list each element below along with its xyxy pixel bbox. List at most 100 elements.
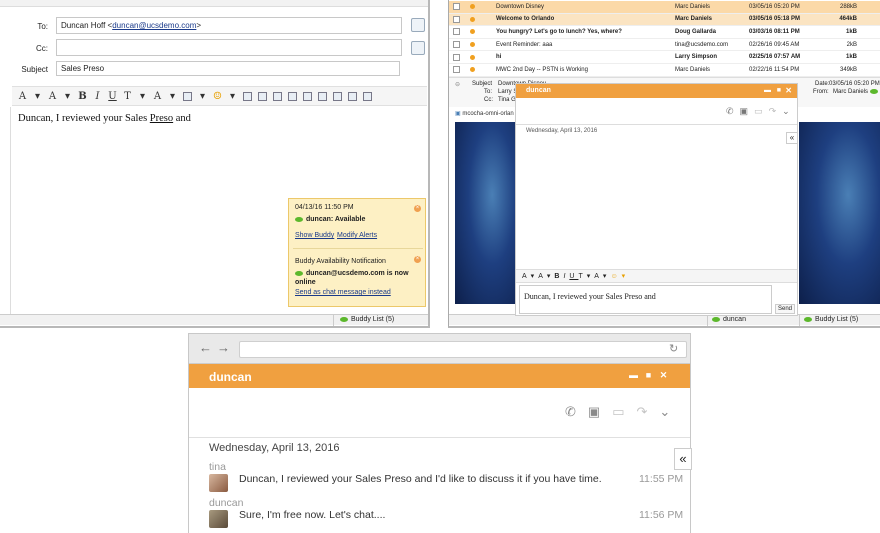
row-subject: Welcome to Orlando (496, 16, 555, 23)
phone-icon[interactable]: ✆ (565, 404, 576, 420)
font-family-button[interactable]: A▾ (522, 273, 538, 280)
underline-button[interactable]: U (108, 91, 117, 102)
screen-share-icon[interactable]: ▭ (612, 404, 624, 420)
table-row[interactable]: hi Larry Simpson 02/25/16 07:57 AM 1kB (449, 51, 880, 64)
row-size: 349kB (839, 66, 857, 73)
chat-header (189, 364, 690, 388)
chevron-down-icon[interactable]: ⌄ (782, 106, 796, 116)
insert-image-icon[interactable] (318, 91, 327, 101)
row-from: Marc Daniels (675, 66, 711, 73)
modify-alerts-link[interactable]: Modify Alerts (337, 232, 377, 239)
row-checkbox[interactable] (453, 28, 460, 36)
sender-name: tina (209, 461, 226, 473)
close-icon[interactable]: × (414, 256, 421, 263)
chat-title: duncan (209, 370, 252, 384)
small-chat-date: Wednesday, April 13, 2016 (526, 128, 598, 134)
notification-buddy: duncan: Available (295, 216, 365, 223)
duncan-chat-tab[interactable]: duncan (707, 315, 797, 326)
hr-icon[interactable] (243, 91, 252, 101)
message-time: 11:56 PM (639, 509, 684, 521)
bold-button[interactable]: B (78, 91, 87, 102)
preview-date-label: Date: (815, 81, 830, 87)
reload-icon[interactable]: ↻ (669, 342, 678, 355)
text-color-button[interactable]: T▾ (578, 273, 594, 280)
bullet-list-icon[interactable] (348, 91, 357, 101)
highlight-button[interactable]: A▾ (594, 273, 610, 280)
address-bar[interactable] (239, 341, 687, 358)
preso-word: Preso (149, 113, 174, 124)
send-button[interactable]: Send (775, 304, 795, 314)
row-date: 02/26/16 09:45 AM (749, 41, 800, 48)
row-from: Doug Gallarda (675, 28, 717, 35)
send-as-chat-link[interactable]: Send as chat message instead (295, 289, 391, 296)
number-list-icon[interactable] (363, 91, 372, 101)
screen-share-icon[interactable]: ▭ (754, 106, 769, 116)
table-row[interactable]: You hungry? Let's go to lunch? Yes, wher… (449, 26, 880, 39)
justify-icon[interactable] (303, 91, 312, 101)
avatar (209, 474, 228, 492)
emoticon-button[interactable]: ☺▾ (610, 273, 629, 280)
chevron-down-icon[interactable]: ⌄ (659, 404, 670, 420)
unread-icon (470, 67, 475, 73)
row-checkbox[interactable] (453, 3, 460, 11)
compose-body-text[interactable]: Duncan, I reviewed your Sales Preso and (18, 113, 191, 124)
row-checkbox[interactable] (453, 15, 460, 23)
table-row[interactable]: MWC 2nd Day -- PSTN is Working Marc Danie… (449, 64, 880, 77)
minimize-icon[interactable]: ▬ (764, 84, 771, 98)
subject-field[interactable]: Sales Preso (56, 61, 400, 76)
video-icon[interactable]: ▣ (588, 404, 600, 420)
back-icon[interactable]: ← (199, 340, 212, 355)
forward-icon[interactable]: → (217, 340, 230, 355)
align-center-icon[interactable] (273, 91, 282, 101)
table-row[interactable]: Downtown Disney Marc Daniels 03/05/16 05:2… (449, 1, 880, 14)
phone-icon[interactable]: ✆ (726, 106, 740, 116)
row-checkbox[interactable] (453, 66, 460, 74)
highlight-button[interactable]: A (153, 91, 162, 102)
small-chat-header: duncan ▬ ■ ✕ (516, 84, 797, 98)
to-field[interactable]: Duncan Hoff <duncan@ucsdemo.com> (56, 17, 402, 34)
address-book-icon[interactable] (411, 18, 425, 32)
unread-icon (470, 42, 475, 48)
collapse-icon[interactable]: « (786, 132, 798, 144)
transfer-icon[interactable]: ↷ (637, 404, 648, 420)
italic-button[interactable]: I (93, 91, 102, 102)
small-chat-input[interactable]: Duncan, I reviewed your Sales Preso and (519, 285, 772, 314)
font-size-button[interactable]: A▾ (538, 273, 554, 280)
table-row[interactable]: Event Reminder: aaa tina@ucsdemo.com 02/26… (449, 39, 880, 52)
font-family-button[interactable]: A (18, 91, 27, 102)
collapse-icon[interactable]: « (674, 448, 692, 470)
row-date: 02/22/16 11:54 PM (749, 66, 800, 73)
row-checkbox[interactable] (453, 41, 460, 49)
cc-address-book-icon[interactable] (411, 41, 425, 55)
row-date: 03/05/16 05:18 PM (749, 16, 801, 23)
row-checkbox[interactable] (453, 53, 460, 61)
text-color-button[interactable]: T (123, 91, 132, 102)
close-icon[interactable]: ✕ (785, 84, 792, 98)
cc-field[interactable] (56, 39, 402, 56)
preview-toggle-icon[interactable]: ⊖ (455, 81, 460, 88)
align-right-icon[interactable] (288, 91, 297, 101)
buddy-list-button[interactable]: Buddy List (5) (333, 315, 428, 326)
to-close: > (196, 21, 202, 30)
close-icon[interactable]: ✕ (659, 371, 668, 380)
show-buddy-link[interactable]: Show Buddy (295, 232, 334, 239)
emoticon-button[interactable]: ☺ (213, 91, 222, 102)
row-subject: Downtown Disney (496, 3, 545, 10)
maximize-icon[interactable]: ■ (644, 371, 653, 380)
align-left-icon[interactable] (258, 91, 267, 101)
table-row[interactable]: Welcome to Orlando Marc Daniels 03/05/16 0… (449, 13, 880, 27)
font-size-button[interactable]: A (48, 91, 57, 102)
insert-link-icon[interactable] (183, 91, 192, 101)
transfer-icon[interactable]: ↷ (769, 106, 783, 116)
video-icon[interactable]: ▣ (740, 106, 755, 116)
maximize-icon[interactable]: ■ (777, 84, 781, 98)
preview-subject-label: Subject (472, 81, 493, 87)
to-email[interactable]: duncan@ucsdemo.com (112, 21, 196, 30)
preview-from-label: From: (813, 89, 829, 95)
minimize-icon[interactable]: ▬ (629, 371, 638, 380)
attachment-name[interactable]: ▣ mcocha-omni-orlan (455, 110, 514, 117)
close-icon[interactable]: × (414, 205, 421, 212)
sender-name: duncan (209, 497, 244, 509)
indent-icon[interactable] (333, 91, 342, 101)
buddy-list-button[interactable]: Buddy List (5) (799, 315, 880, 326)
